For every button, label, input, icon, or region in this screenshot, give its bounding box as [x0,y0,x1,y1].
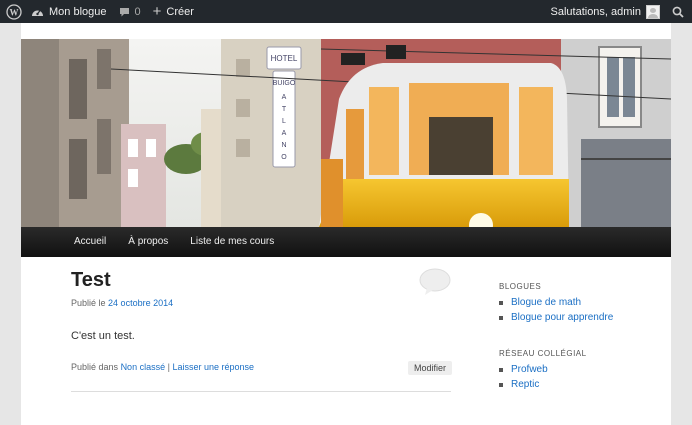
post-content: C'est un test. [71,330,135,342]
widget-list-blogues: Blogue de math Blogue pour apprendre [499,295,613,325]
link-reptic[interactable]: Reptic [511,377,539,392]
list-item: Blogue de math [499,295,613,310]
widget-title-blogues: BLOGUES [499,282,542,291]
post-title[interactable]: Test [71,265,111,295]
link-blogue-apprendre[interactable]: Blogue pour apprendre [511,310,613,325]
list-item: Reptic [499,377,548,392]
meta-separator: | [167,362,170,372]
edit-button[interactable]: Modifier [408,361,453,375]
post-date-link[interactable]: 24 octobre 2014 [108,298,173,308]
svg-text:W: W [9,7,18,17]
list-item: Profweb [499,362,548,377]
link-blogue-math[interactable]: Blogue de math [511,295,581,310]
post-divider [71,391,451,392]
post-meta: Publié le 24 octobre 2014 [71,298,173,308]
post-footer: Publié dans Non classé | Laisser une rép… [71,362,254,372]
posted-prefix: Publié le [71,298,106,308]
published-in-label: Publié dans [71,362,119,372]
reply-link[interactable]: Laisser une réponse [172,362,254,372]
widget-title-reseau: RÉSEAU COLLÉGIAL [499,349,587,358]
search-icon [672,6,684,18]
comment-bubble-icon[interactable] [419,268,451,296]
link-profweb[interactable]: Profweb [511,362,548,377]
category-link[interactable]: Non classé [121,362,166,372]
widget-list-reseau: Profweb Reptic [499,362,548,392]
list-item: Blogue pour apprendre [499,310,613,325]
